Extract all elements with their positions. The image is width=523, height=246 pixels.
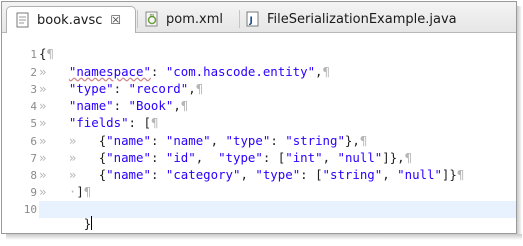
current-code-line: } — [39, 201, 516, 231]
avsc-file-icon — [15, 12, 31, 28]
line-number: 2 — [30, 66, 37, 79]
svg-text:J: J — [249, 16, 253, 26]
line-number: 5 — [30, 117, 37, 130]
line-number: 10 — [23, 203, 37, 216]
tab-file-serialization-example[interactable]: J FileSerializationExample.java — [245, 6, 465, 32]
code-line-text: } — [83, 216, 92, 231]
editor-window: book.avsc ☒ m pom.xml J FileSerializatio… — [1, 1, 517, 234]
tab-label: pom.xml — [166, 11, 223, 27]
java-file-icon: J — [245, 11, 261, 27]
code-line: » » {"name": "id", "type": ["int", "null… — [39, 150, 413, 165]
close-tab-icon[interactable]: ☒ — [110, 13, 121, 27]
tab-book-avsc[interactable]: book.avsc ☒ — [6, 6, 136, 33]
tab-pom-xml[interactable]: m pom.xml — [144, 6, 234, 32]
code-line: » "fields": [¶ — [39, 115, 159, 130]
editor-tab-bar: book.avsc ☒ m pom.xml J FileSerializatio… — [2, 2, 516, 33]
line-number: 6 — [30, 135, 37, 148]
line-number: 9 — [30, 186, 37, 199]
code-line: » » {"name": "category", "type": ["strin… — [39, 167, 465, 182]
text-caret — [91, 216, 93, 230]
line-number: 8 — [30, 169, 37, 182]
code-line: {¶ — [39, 46, 54, 61]
tab-label: FileSerializationExample.java — [267, 11, 457, 27]
line-number: 3 — [30, 83, 37, 96]
line-number: 1 — [30, 48, 37, 61]
line-number: 7 — [30, 152, 37, 165]
code-line: » » {"name": "name", "type": "string"},¶ — [39, 133, 368, 148]
code-line: » "type": "record",¶ — [39, 81, 204, 96]
svg-text:m: m — [150, 13, 155, 19]
line-number: 4 — [30, 100, 37, 113]
code-editor[interactable]: 1 2 3 4 5 6 7 8 9 10 {¶ » "namespace": "… — [2, 33, 516, 233]
maven-xml-icon: m — [144, 11, 160, 27]
code-line: » "name": "Book",¶ — [39, 98, 189, 113]
line-number-gutter: 1 2 3 4 5 6 7 8 9 10 — [2, 33, 39, 233]
code-line: » ·]¶ — [39, 184, 92, 199]
tab-label: book.avsc — [37, 12, 103, 28]
code-line: » "namespace": "com.hascode.entity",¶ — [39, 64, 330, 79]
